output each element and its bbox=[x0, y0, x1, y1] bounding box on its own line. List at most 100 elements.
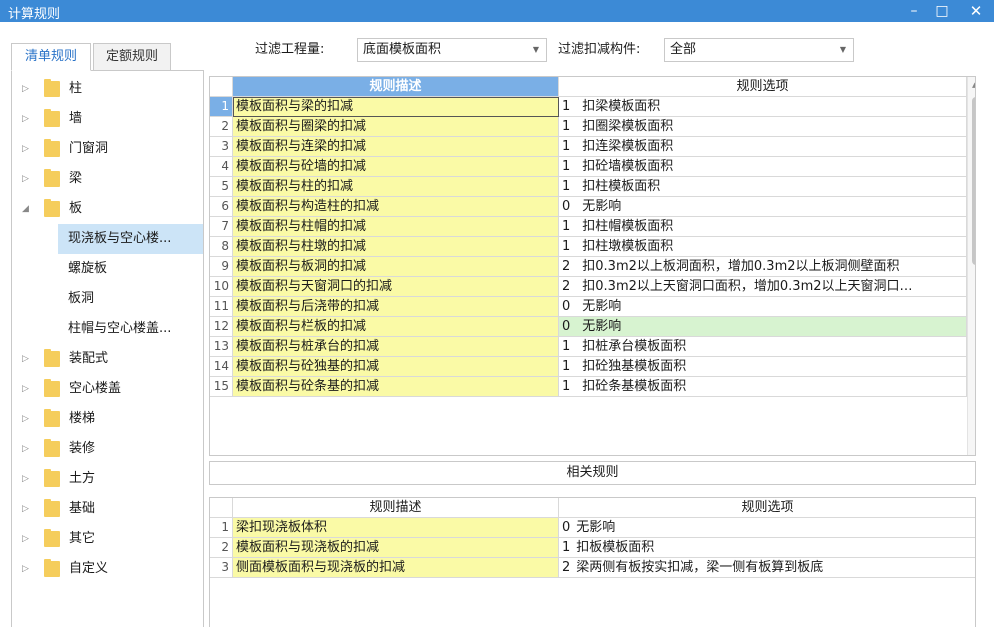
vertical-scrollbar[interactable]: ▲ bbox=[967, 77, 975, 455]
rule-option-cell[interactable]: 1 扣梁模板面积 bbox=[559, 97, 967, 117]
rule-option-cell[interactable]: 1 扣砼独基模板面积 bbox=[559, 357, 967, 377]
tree-item[interactable]: ▷ 装配式 bbox=[12, 344, 203, 374]
scrollbar-thumb[interactable] bbox=[972, 97, 975, 265]
rule-description-cell[interactable]: 模板面积与板洞的扣减 bbox=[233, 257, 559, 277]
rule-option-cell[interactable]: 2 扣0.3m2以上板洞面积，增加0.3m2以上板洞侧壁面积 bbox=[559, 257, 967, 277]
tree-child-item[interactable]: 螺旋板 bbox=[58, 254, 203, 284]
chevron-right-icon[interactable]: ▷ bbox=[22, 524, 29, 554]
tree-item[interactable]: ▷ 土方 bbox=[12, 464, 203, 494]
chevron-right-icon[interactable]: ▷ bbox=[22, 404, 29, 434]
chevron-right-icon[interactable]: ▷ bbox=[22, 344, 29, 374]
rule-option-cell[interactable]: 1 扣柱帽模板面积 bbox=[559, 217, 967, 237]
rule-option-cell[interactable]: 1 扣砼条基模板面积 bbox=[559, 377, 967, 397]
rule-description-cell[interactable]: 梁扣现浇板体积 bbox=[233, 518, 559, 538]
rule-description-cell[interactable]: 模板面积与天窗洞口的扣减 bbox=[233, 277, 559, 297]
rule-option-cell[interactable]: 1 扣柱墩模板面积 bbox=[559, 237, 967, 257]
tree-child-item[interactable]: 柱帽与空心楼盖... bbox=[58, 314, 203, 344]
option-text: 扣柱墩模板面积 bbox=[582, 239, 674, 254]
rule-option-cell[interactable]: 0 无影响 bbox=[559, 518, 975, 538]
tree-item[interactable]: ▷ 自定义 bbox=[12, 554, 203, 584]
rule-description-cell[interactable]: 模板面积与栏板的扣减 bbox=[233, 317, 559, 337]
rule-option-cell[interactable]: 0 无影响 bbox=[559, 317, 967, 337]
tree-child-label: 柱帽与空心楼盖... bbox=[68, 321, 172, 336]
maximize-icon[interactable]: □ bbox=[928, 0, 956, 22]
option-code: 0 bbox=[562, 199, 571, 214]
rule-description-cell[interactable]: 模板面积与砼墙的扣减 bbox=[233, 157, 559, 177]
tree-item[interactable]: ▷ 装修 bbox=[12, 434, 203, 464]
rule-description-cell[interactable]: 模板面积与柱帽的扣减 bbox=[233, 217, 559, 237]
chevron-right-icon[interactable]: ▷ bbox=[22, 494, 29, 524]
option-text: 扣桩承台模板面积 bbox=[582, 339, 687, 354]
chevron-right-icon[interactable]: ▷ bbox=[22, 464, 29, 494]
tree-item[interactable]: ◢ 板 bbox=[12, 194, 203, 224]
tree-item[interactable]: ▷ 墙 bbox=[12, 104, 203, 134]
folder-icon bbox=[44, 169, 60, 187]
rule-option-cell[interactable]: 1 扣柱模板面积 bbox=[559, 177, 967, 197]
column-header-options[interactable]: 规则选项 bbox=[559, 77, 967, 97]
rule-description-cell[interactable]: 模板面积与现浇板的扣减 bbox=[233, 538, 559, 558]
rule-description-cell[interactable]: 模板面积与圈梁的扣减 bbox=[233, 117, 559, 137]
rule-option-cell[interactable]: 0 无影响 bbox=[559, 297, 967, 317]
rule-description-cell[interactable]: 模板面积与柱墩的扣减 bbox=[233, 237, 559, 257]
option-code: 1 bbox=[562, 119, 571, 134]
rule-description-cell[interactable]: 模板面积与柱的扣减 bbox=[233, 177, 559, 197]
tree-item-label: 装修 bbox=[69, 441, 96, 456]
close-icon[interactable]: ✕ bbox=[962, 0, 990, 22]
corner-cell bbox=[210, 77, 233, 97]
rule-option-cell[interactable]: 1 扣桩承台模板面积 bbox=[559, 337, 967, 357]
column-header-options[interactable]: 规则选项 bbox=[559, 498, 975, 518]
chevron-right-icon[interactable]: ▷ bbox=[22, 104, 29, 134]
column-header-description[interactable]: 规则描述 bbox=[233, 77, 559, 97]
chevron-right-icon[interactable]: ▷ bbox=[22, 374, 29, 404]
rule-option-cell[interactable]: 1 扣砼墙模板面积 bbox=[559, 157, 967, 177]
tab-quota-rules[interactable]: 定额规则 bbox=[93, 43, 171, 71]
chevron-down-icon[interactable]: ◢ bbox=[22, 194, 29, 224]
option-text: 梁两侧有板按实扣减，梁一侧有板算到板底 bbox=[576, 560, 824, 575]
option-code: 2 bbox=[562, 560, 571, 575]
tree-child-item[interactable]: 板洞 bbox=[58, 284, 203, 314]
row-number: 7 bbox=[210, 217, 233, 237]
tree-item[interactable]: ▷ 其它 bbox=[12, 524, 203, 554]
rule-description-cell[interactable]: 侧面模板面积与现浇板的扣减 bbox=[233, 558, 559, 578]
rule-description-cell[interactable]: 模板面积与连梁的扣减 bbox=[233, 137, 559, 157]
chevron-right-icon[interactable]: ▷ bbox=[22, 554, 29, 584]
tree-child-item[interactable]: 现浇板与空心楼... bbox=[58, 224, 203, 254]
option-text: 扣砼独基模板面积 bbox=[582, 359, 687, 374]
rule-option-cell[interactable]: 1 扣连梁模板面积 bbox=[559, 137, 967, 157]
chevron-right-icon[interactable]: ▷ bbox=[22, 164, 29, 194]
chevron-right-icon[interactable]: ▷ bbox=[22, 74, 29, 104]
rule-description-cell[interactable]: 模板面积与梁的扣减 bbox=[233, 97, 559, 117]
tree-item[interactable]: ▷ 楼梯 bbox=[12, 404, 203, 434]
column-header-description[interactable]: 规则描述 bbox=[233, 498, 559, 518]
chevron-right-icon[interactable]: ▷ bbox=[22, 134, 29, 164]
rule-description-cell[interactable]: 模板面积与构造柱的扣减 bbox=[233, 197, 559, 217]
chevron-right-icon[interactable]: ▷ bbox=[22, 434, 29, 464]
tree-item[interactable]: ▷ 柱 bbox=[12, 74, 203, 104]
rule-description-cell[interactable]: 模板面积与砼独基的扣减 bbox=[233, 357, 559, 377]
rule-option-cell[interactable]: 2 梁两侧有板按实扣减，梁一侧有板算到板底 bbox=[559, 558, 975, 578]
folder-icon bbox=[44, 199, 60, 217]
filter-quantity-select[interactable]: 底面模板面积 ▼ bbox=[357, 38, 547, 62]
row-number: 15 bbox=[210, 377, 233, 397]
rule-option-cell[interactable]: 1 扣圈梁模板面积 bbox=[559, 117, 967, 137]
option-code: 1 bbox=[562, 239, 571, 254]
scroll-up-icon[interactable]: ▲ bbox=[972, 81, 975, 89]
rule-option-cell[interactable]: 0 无影响 bbox=[559, 197, 967, 217]
filter-component-select[interactable]: 全部 ▼ bbox=[664, 38, 854, 62]
folder-icon bbox=[44, 499, 60, 517]
tree-item[interactable]: ▷ 空心楼盖 bbox=[12, 374, 203, 404]
rule-option-cell[interactable]: 1 扣板模板面积 bbox=[559, 538, 975, 558]
tree-item-label: 楼梯 bbox=[69, 411, 96, 426]
tree-item-label: 其它 bbox=[69, 531, 96, 546]
row-number: 8 bbox=[210, 237, 233, 257]
rule-option-cell[interactable]: 2 扣0.3m2以上天窗洞口面积，增加0.3m2以上天窗洞口… bbox=[559, 277, 967, 297]
rule-description-cell[interactable]: 模板面积与砼条基的扣减 bbox=[233, 377, 559, 397]
rule-description-cell[interactable]: 模板面积与桩承台的扣减 bbox=[233, 337, 559, 357]
rule-description-cell[interactable]: 模板面积与后浇带的扣减 bbox=[233, 297, 559, 317]
minimize-icon[interactable]: – bbox=[900, 0, 928, 22]
tree-item[interactable]: ▷ 基础 bbox=[12, 494, 203, 524]
tree-item[interactable]: ▷ 门窗洞 bbox=[12, 134, 203, 164]
tree-item[interactable]: ▷ 梁 bbox=[12, 164, 203, 194]
tab-bill-rules[interactable]: 清单规则 bbox=[11, 43, 91, 71]
folder-icon bbox=[44, 109, 60, 127]
